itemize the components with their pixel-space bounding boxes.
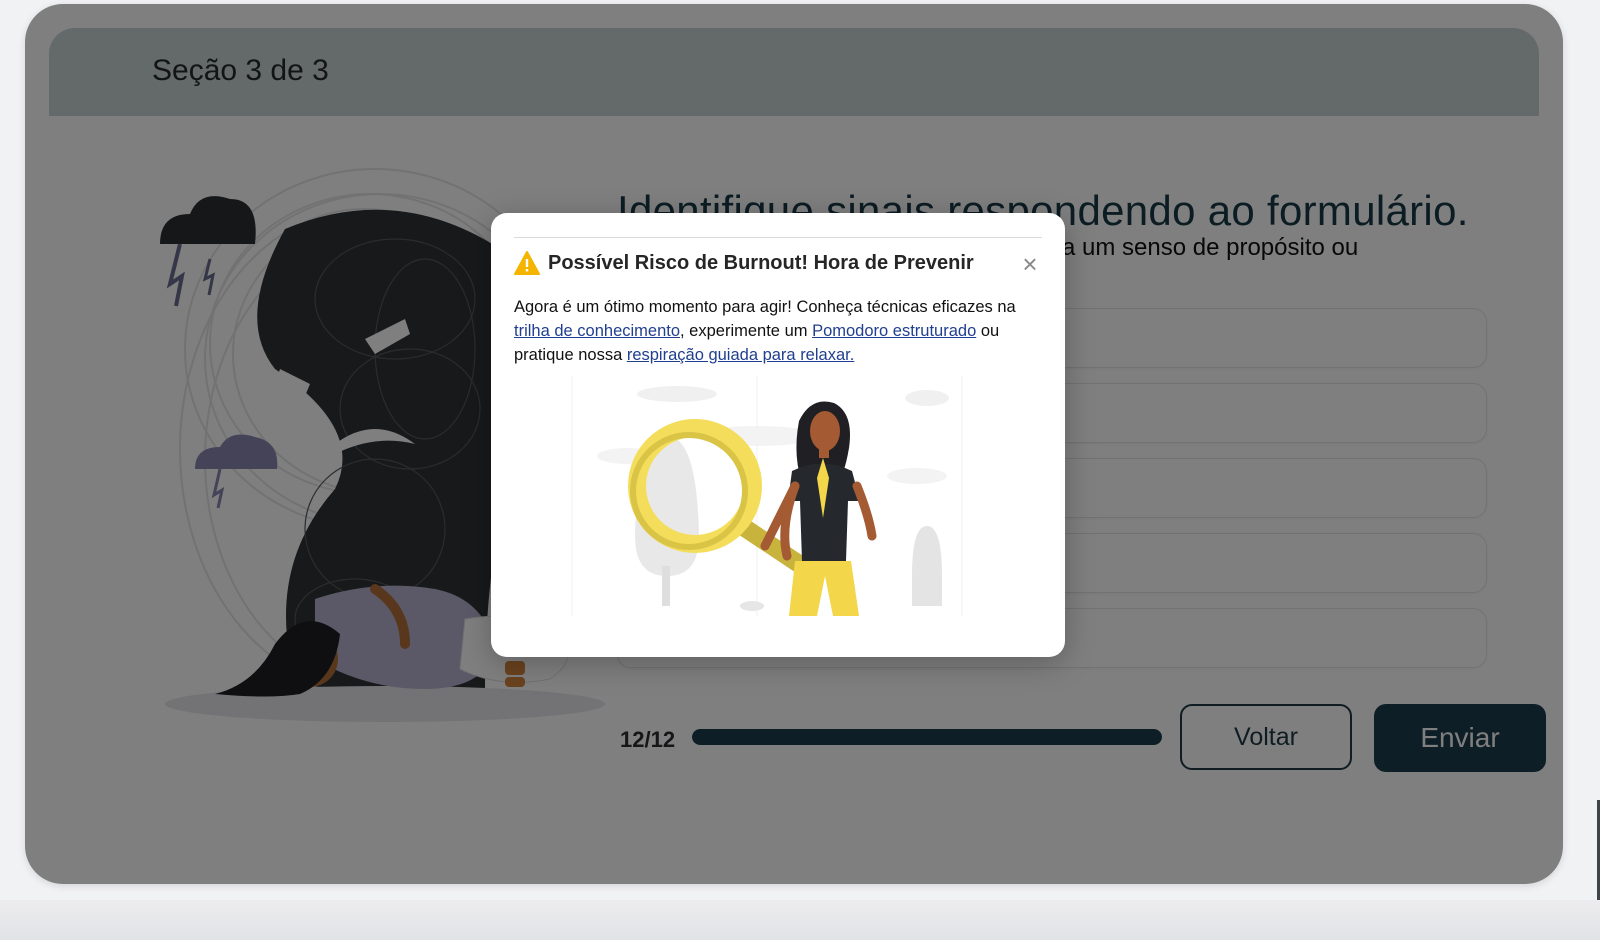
- modal-body-text: Agora é um ótimo momento para agir! Conh…: [514, 298, 1016, 316]
- burnout-alert-modal: Possível Risco de Burnout! Hora de Preve…: [491, 213, 1065, 657]
- modal-header: Possível Risco de Burnout! Hora de Preve…: [514, 249, 1042, 279]
- warning-icon: [514, 251, 540, 275]
- modal-body: Agora é um ótimo momento para agir! Conh…: [514, 295, 1044, 367]
- close-icon[interactable]: ×: [1017, 249, 1043, 279]
- knowledge-trail-link[interactable]: trilha de conhecimento: [514, 322, 680, 340]
- modal-body-text: , experimente um: [680, 322, 813, 340]
- page-footer-strip: [0, 900, 1600, 940]
- modal-divider: [514, 237, 1042, 238]
- guided-breathing-link[interactable]: respiração guiada para relaxar.: [627, 346, 854, 364]
- modal-title: Possível Risco de Burnout! Hora de Preve…: [548, 252, 974, 274]
- search-illustration: [571, 376, 963, 616]
- pomodoro-link[interactable]: Pomodoro estruturado: [812, 322, 976, 340]
